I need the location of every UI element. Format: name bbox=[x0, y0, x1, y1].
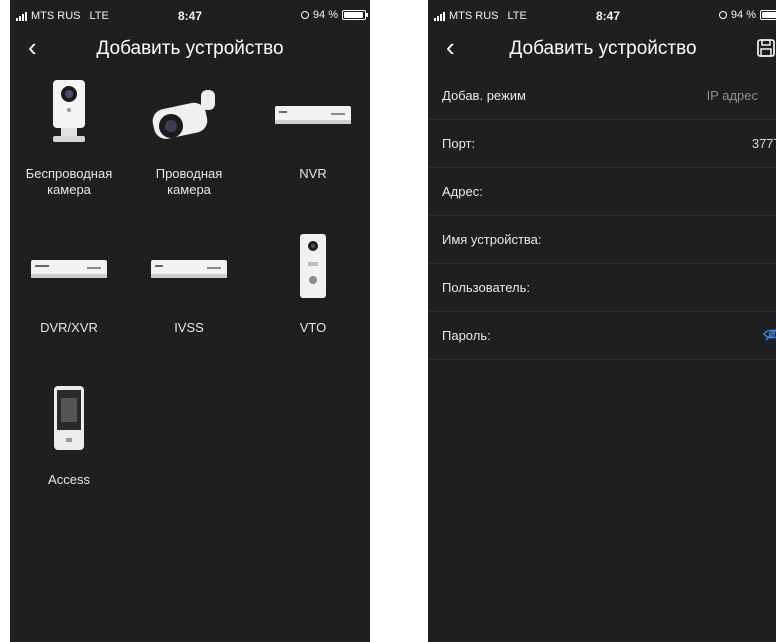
wireless-camera-icon bbox=[53, 80, 85, 142]
save-icon[interactable] bbox=[756, 38, 776, 58]
vto-icon bbox=[300, 234, 326, 298]
field-label: Адрес: bbox=[442, 184, 483, 199]
field-label: Пароль: bbox=[442, 328, 491, 343]
page-title: Добавить устройство bbox=[96, 38, 284, 59]
add-device-form-screen: MTS RUS LTE 8:47 94 % ‹ Добавить устройс… bbox=[428, 0, 776, 642]
device-label: DVR/XVR bbox=[40, 320, 98, 335]
device-tile-wireless-camera[interactable]: Беспроводная камера bbox=[14, 78, 124, 198]
alarm-icon bbox=[300, 11, 309, 19]
device-tile-wired-camera[interactable]: Проводная камера bbox=[134, 78, 244, 198]
page-title: Добавить устройство bbox=[509, 38, 697, 59]
field-label: Добав. режим bbox=[442, 88, 526, 103]
device-label: Беспроводная камера bbox=[25, 166, 113, 197]
field-label: Пользователь: bbox=[442, 280, 530, 295]
device-tile-access[interactable]: Access bbox=[14, 384, 124, 488]
battery-icon bbox=[342, 10, 368, 20]
field-label: Имя устройства: bbox=[442, 232, 542, 247]
device-tile-nvr[interactable]: NVR bbox=[258, 78, 368, 182]
password-field[interactable]: Пароль: bbox=[428, 312, 776, 360]
device-label: Проводная камера bbox=[155, 166, 223, 197]
dvr-icon bbox=[31, 260, 107, 278]
nav-bar: ‹ Добавить устройство bbox=[10, 28, 370, 68]
device-tile-ivss[interactable]: IVSS bbox=[134, 232, 244, 336]
port-value: 37777 bbox=[751, 136, 776, 151]
battery-percent: 94 % bbox=[312, 9, 338, 21]
bullet-camera-icon bbox=[152, 90, 215, 139]
add-mode-value: IP адрес bbox=[706, 88, 758, 103]
field-label: Порт: bbox=[442, 136, 476, 151]
device-name-field[interactable]: Имя устройства: bbox=[428, 216, 776, 264]
add-mode-row[interactable]: Добав. режим IP адрес › bbox=[428, 72, 776, 120]
username-field[interactable]: Пользователь: bbox=[428, 264, 776, 312]
add-device-screen: MTS RUS LTE 8:47 94 % ‹ Добавить устройс… bbox=[10, 0, 370, 642]
device-label: NVR bbox=[299, 166, 327, 181]
port-field[interactable]: Порт: 37777 bbox=[428, 120, 776, 168]
device-tile-dvr-xvr[interactable]: DVR/XVR bbox=[14, 232, 124, 336]
nvr-icon bbox=[275, 106, 351, 124]
eye-hidden-icon[interactable] bbox=[762, 326, 776, 342]
battery-icon bbox=[760, 10, 776, 20]
ivss-icon bbox=[151, 260, 227, 278]
status-bar: MTS RUS LTE 8:47 94 % bbox=[428, 0, 776, 26]
device-tile-vto[interactable]: VTO bbox=[258, 232, 368, 336]
address-field[interactable]: Адрес: bbox=[428, 168, 776, 216]
device-label: IVSS bbox=[174, 320, 204, 335]
nav-bar: ‹ Добавить устройство bbox=[428, 28, 776, 68]
access-control-icon bbox=[54, 386, 84, 450]
alarm-icon bbox=[718, 11, 727, 19]
device-label: Access bbox=[48, 472, 90, 487]
battery-percent: 94 % bbox=[730, 9, 756, 21]
device-label: VTO bbox=[299, 320, 327, 335]
status-bar: MTS RUS LTE 8:47 94 % bbox=[10, 0, 370, 26]
